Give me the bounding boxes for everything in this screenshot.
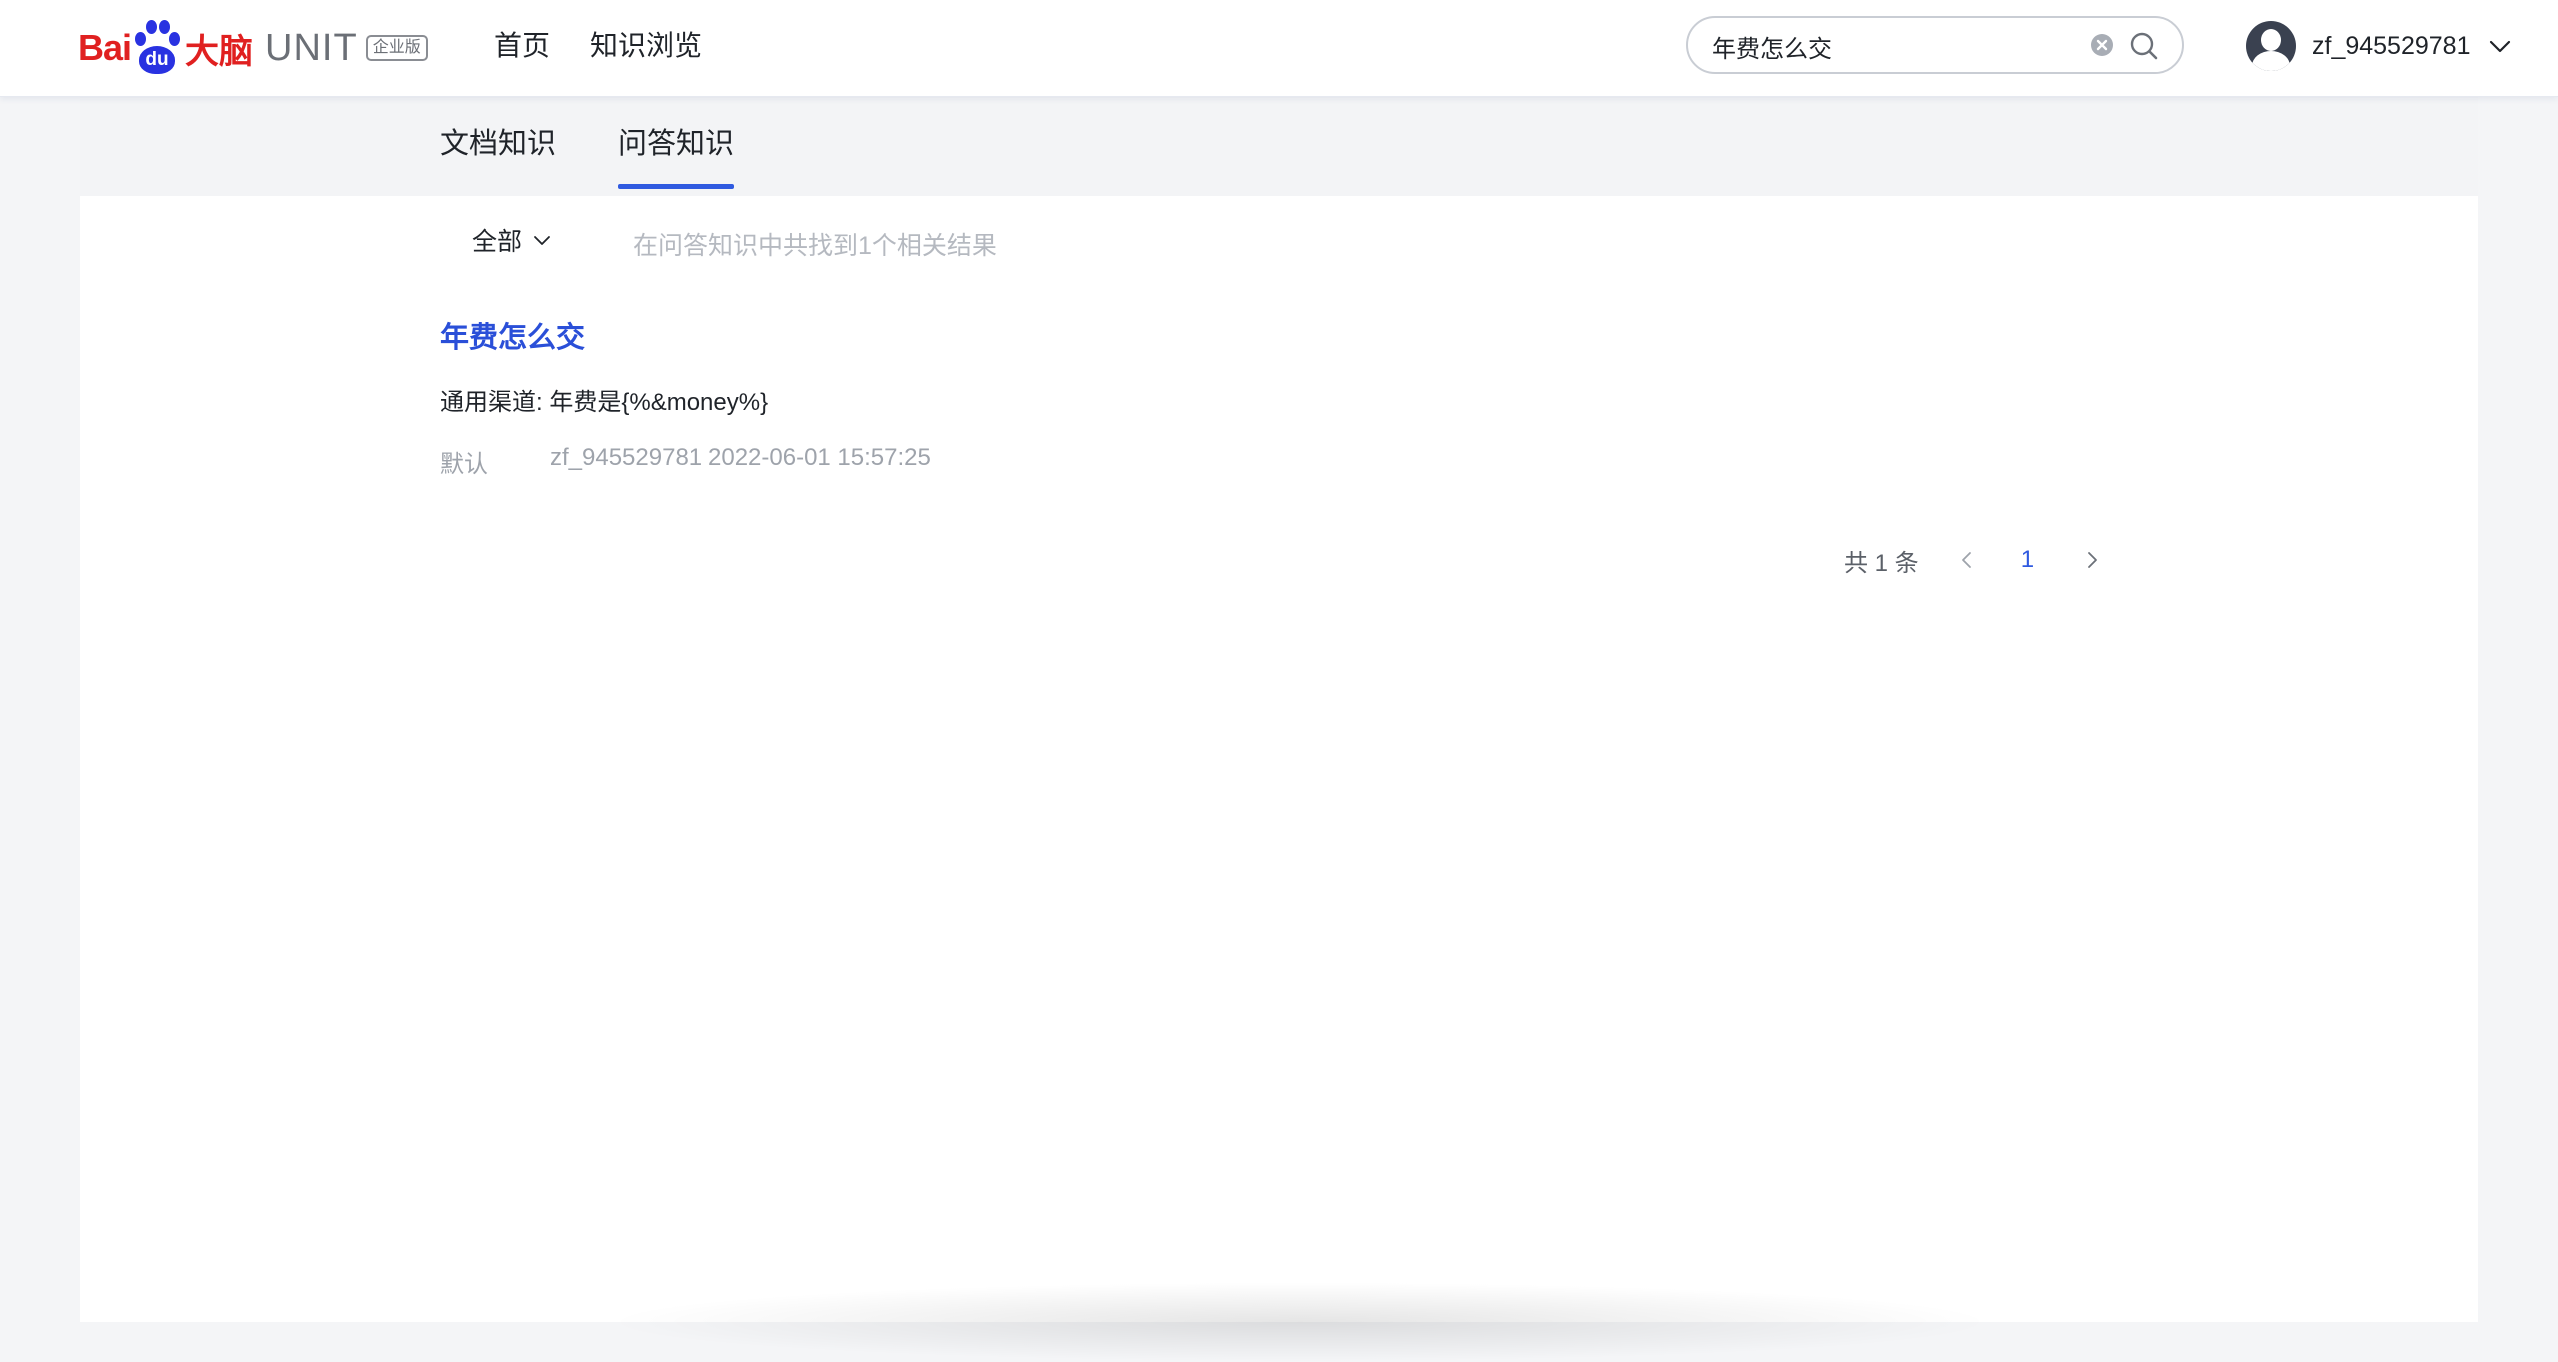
nav-item-knowledge-browse[interactable]: 知识浏览 <box>590 24 702 68</box>
result-author: zf_945529781 <box>550 444 703 471</box>
pagination-total: 共 1 条 <box>1844 549 1919 577</box>
logo-bai-text: Bai <box>78 27 132 68</box>
tab-qa-knowledge[interactable]: 问答知识 <box>618 124 735 189</box>
main-content: 文档知识 问答知识 全部 在问答知识中共找到1个相关结果 年费怎么交 通用渠道:… <box>80 96 2478 1362</box>
filter-selected-value: 全部 <box>472 228 523 256</box>
tab-document-knowledge[interactable]: 文档知识 <box>440 124 556 164</box>
search-input[interactable] <box>1710 18 2074 74</box>
result-count-summary: 在问答知识中共找到1个相关结果 <box>633 232 997 260</box>
logo-unit-text: UNIT <box>265 26 358 69</box>
baidu-unit-logo[interactable]: Bai du 大脑 UNIT 企业版 <box>78 8 428 88</box>
chevron-right-icon[interactable] <box>2082 550 2102 570</box>
edition-badge: 企业版 <box>365 35 428 61</box>
pagination: 共 1 条 1 <box>1844 540 2102 580</box>
user-menu[interactable]: zf_945529781 <box>2246 20 2512 72</box>
pagination-page-1[interactable]: 1 <box>2021 546 2034 574</box>
chevron-down-icon[interactable] <box>2488 34 2512 58</box>
category-filter-dropdown[interactable]: 全部 <box>472 222 552 258</box>
result-category: 默认 <box>440 451 488 478</box>
logo-danao-text: 大脑 <box>185 32 254 71</box>
avatar[interactable] <box>2246 21 2296 71</box>
bottom-shadow <box>600 1282 2000 1362</box>
knowledge-tabs: 文档知识 问答知识 <box>80 96 2478 196</box>
clear-icon[interactable] <box>2090 33 2114 57</box>
baidu-paw-icon: du <box>133 20 181 76</box>
result-meta: 默认 zf_945529781 2022-06-01 15:57:25 <box>440 444 931 479</box>
username[interactable]: zf_945529781 <box>2312 32 2470 61</box>
result-answer-text: 通用渠道: 年费是{%&money%} <box>440 389 769 416</box>
nav-item-home[interactable]: 首页 <box>494 24 550 68</box>
result-timestamp: 2022-06-01 15:57:25 <box>708 444 931 471</box>
main-nav: 首页 知识浏览 <box>494 24 702 68</box>
search-box <box>1686 16 2184 74</box>
result-title-link[interactable]: 年费怎么交 <box>440 314 585 356</box>
top-header: Bai du 大脑 UNIT 企业版 首页 知识浏览 zf_945529781 <box>0 0 2558 97</box>
chevron-left-icon[interactable] <box>1957 550 1977 570</box>
logo-du-text: du <box>139 46 176 74</box>
search-icon[interactable] <box>2128 30 2160 62</box>
chevron-down-icon <box>534 236 550 245</box>
